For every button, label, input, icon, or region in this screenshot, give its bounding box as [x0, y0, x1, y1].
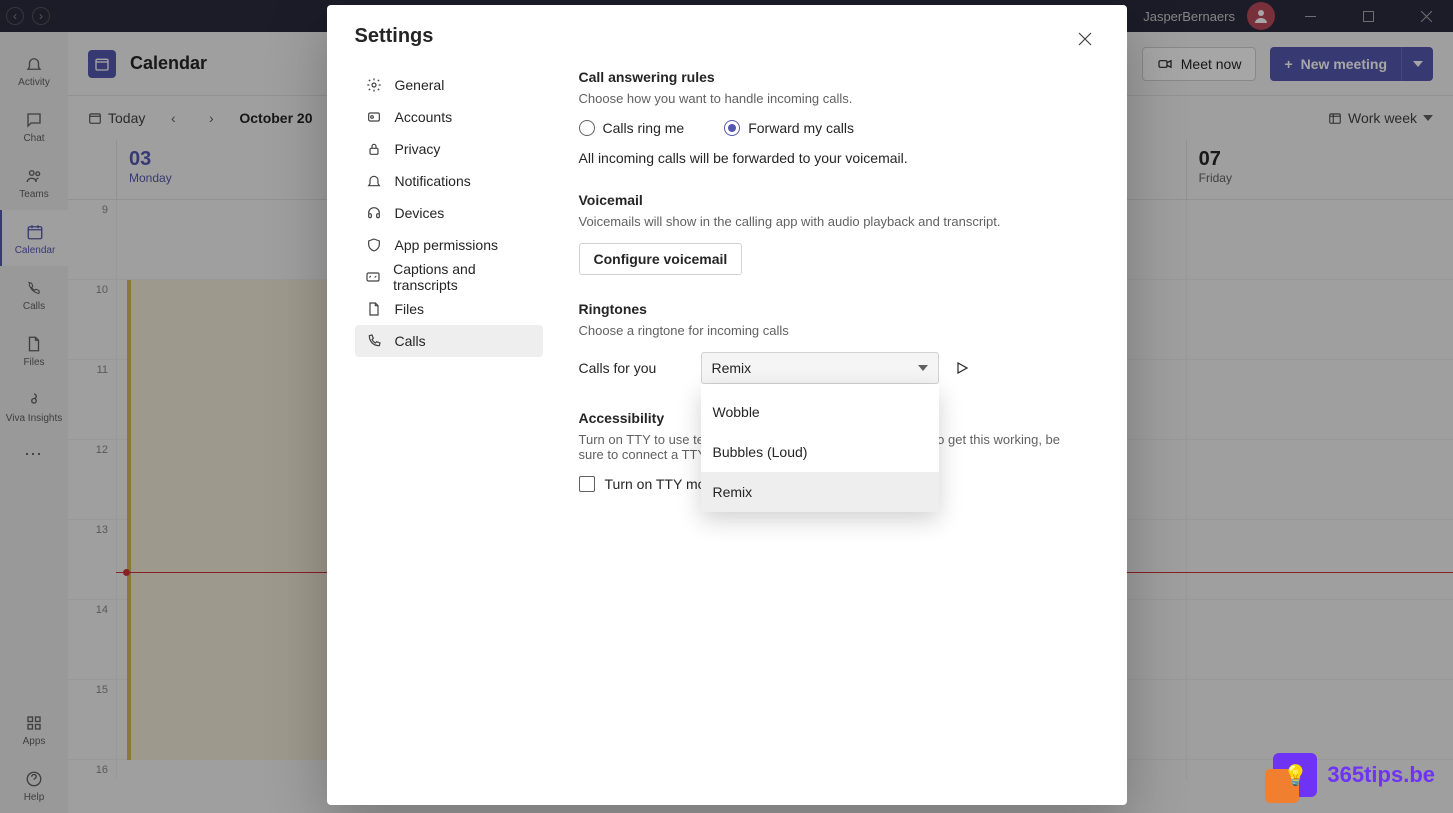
forward-message: All incoming calls will be forwarded to …	[579, 150, 1087, 166]
gear-icon	[365, 77, 383, 93]
phone-icon	[365, 333, 383, 349]
modal-overlay: Settings General Accounts Privacy Notifi…	[0, 0, 1453, 813]
headset-icon	[365, 205, 383, 221]
dropdown-menu: Wobble Bubbles (Loud) Remix	[701, 384, 939, 512]
watermark-icon: 💡	[1273, 753, 1317, 797]
radio-icon	[579, 120, 595, 136]
nav-accounts[interactable]: Accounts	[355, 101, 543, 133]
section-heading: Voicemail	[579, 192, 1087, 208]
radio-forward-calls[interactable]: Forward my calls	[724, 120, 854, 136]
section-heading: Call answering rules	[579, 69, 1087, 85]
play-icon	[955, 361, 969, 375]
nav-label: General	[395, 77, 445, 93]
nav-label: App permissions	[395, 237, 499, 253]
nav-captions[interactable]: Captions and transcripts	[355, 261, 543, 293]
play-ringtone-button[interactable]	[953, 359, 971, 377]
radio-label: Calls ring me	[603, 120, 685, 136]
dropdown-option[interactable]: Bubbles (Loud)	[701, 432, 939, 472]
nav-devices[interactable]: Devices	[355, 197, 543, 229]
dropdown-value: Remix	[712, 360, 752, 376]
chevron-down-icon	[918, 365, 928, 371]
nav-privacy[interactable]: Privacy	[355, 133, 543, 165]
nav-label: Calls	[395, 333, 426, 349]
nav-label: Captions and transcripts	[393, 261, 532, 293]
section-heading: Ringtones	[579, 301, 1087, 317]
account-icon	[365, 109, 383, 125]
lock-icon	[365, 141, 383, 157]
settings-modal: Settings General Accounts Privacy Notifi…	[327, 5, 1127, 805]
settings-content: Call answering rules Choose how you want…	[555, 69, 1127, 805]
close-icon	[1078, 32, 1092, 46]
nav-label: Notifications	[395, 173, 471, 189]
ringtone-dropdown[interactable]: Remix Wobble Bubbles (Loud) Remix	[701, 352, 939, 384]
nav-permissions[interactable]: App permissions	[355, 229, 543, 261]
close-button[interactable]	[1071, 25, 1099, 53]
captions-icon	[365, 269, 382, 285]
section-subtext: Choose how you want to handle incoming c…	[579, 91, 1087, 106]
modal-title: Settings	[355, 25, 434, 48]
dropdown-option[interactable]: Wobble	[701, 392, 939, 432]
dropdown-option[interactable]: Remix	[701, 472, 939, 512]
bell-icon	[365, 173, 383, 189]
file-icon	[365, 301, 383, 317]
radio-calls-ring[interactable]: Calls ring me	[579, 120, 685, 136]
watermark: 💡 365tips.be	[1273, 753, 1435, 797]
nav-calls[interactable]: Calls	[355, 325, 543, 357]
checkbox-icon	[579, 476, 595, 492]
watermark-text: 365tips.be	[1327, 762, 1435, 788]
nav-notifications[interactable]: Notifications	[355, 165, 543, 197]
ringtone-label: Calls for you	[579, 360, 687, 376]
configure-voicemail-button[interactable]: Configure voicemail	[579, 243, 743, 275]
radio-label: Forward my calls	[748, 120, 854, 136]
radio-icon	[724, 120, 740, 136]
settings-nav: General Accounts Privacy Notifications D…	[355, 69, 555, 805]
nav-label: Accounts	[395, 109, 453, 125]
section-subtext: Voicemails will show in the calling app …	[579, 214, 1087, 229]
section-subtext: Choose a ringtone for incoming calls	[579, 323, 1087, 338]
nav-label: Files	[395, 301, 425, 317]
nav-files[interactable]: Files	[355, 293, 543, 325]
shield-icon	[365, 237, 383, 253]
nav-label: Privacy	[395, 141, 441, 157]
dropdown-option-partial[interactable]	[701, 384, 939, 392]
nav-general[interactable]: General	[355, 69, 543, 101]
nav-label: Devices	[395, 205, 445, 221]
